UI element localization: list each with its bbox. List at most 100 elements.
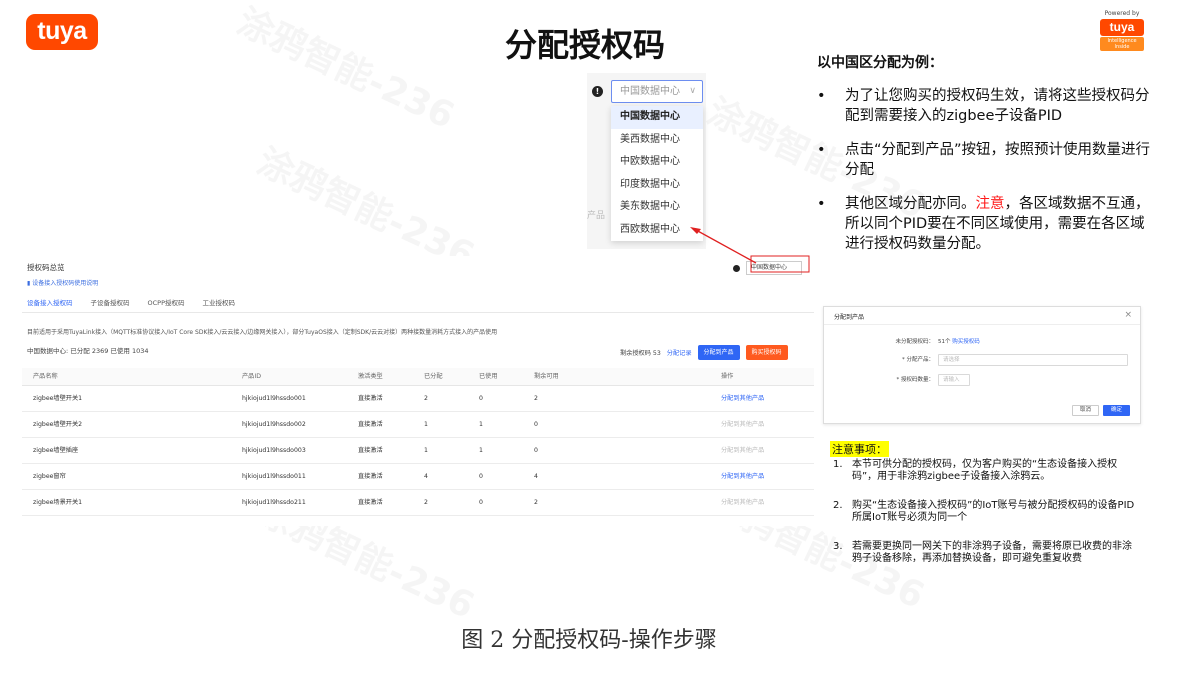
powered-by-logo: tuya [1100, 19, 1144, 36]
divider [824, 324, 1140, 325]
confirm-button[interactable]: 确定 [1102, 405, 1130, 416]
figure-caption: 图 2 分配授权码-操作步骤 [461, 628, 717, 653]
powered-by-text: Powered by [1104, 10, 1140, 17]
tab-ocpp[interactable]: OCPP授权码 [148, 297, 185, 313]
product-select[interactable]: 请选择 [938, 354, 1128, 366]
assign-other-link: 分配到其他产品 [721, 447, 765, 454]
product-id: hjkiojud1l9hssdo011 [242, 473, 306, 480]
column-header: 产品名称 [33, 373, 58, 380]
activation-type: 直接激活 [358, 473, 383, 480]
remaining-cell: 0 [534, 421, 538, 428]
table-row: zigbee场景开关1 hjkiojud1l9hssdo211 直接激活 2 0… [22, 490, 814, 516]
notes-list: 为了让您购买的授权码生效，请将这些授权码分配到需要接入的zigbee子设备PID… [817, 86, 1157, 254]
product-id: hjkiojud1l9hssdo001 [242, 395, 306, 402]
cancel-button[interactable]: 取消 [1071, 405, 1099, 416]
product-id: hjkiojud1l9hssdo002 [242, 421, 306, 428]
used-count: 0 [479, 473, 483, 480]
usage-stats: 中国数据中心: 已分配 2369 已使用 1034 [27, 347, 149, 355]
region-option[interactable]: 印度数据中心 [611, 174, 703, 197]
region-filter-select[interactable]: 中国数据中心 [746, 261, 802, 275]
tab-sub-device[interactable]: 子设备授权码 [91, 297, 130, 313]
region-select-value: 中国数据中心 [620, 86, 680, 97]
close-icon[interactable]: × [1124, 310, 1132, 320]
used-count: 0 [479, 499, 483, 506]
unassigned-value: 51个 [938, 339, 951, 345]
help-link-label: 设备接入授权码使用说明 [32, 280, 99, 287]
product-id: hjkiojud1l9hssdo003 [242, 447, 306, 454]
product-name: zigbee墙壁开关1 [33, 395, 83, 402]
instruction-notes: 以中国区分配为例： 为了让您购买的授权码生效，请将这些授权码分配到需要接入的zi… [817, 52, 1157, 268]
info-icon[interactable] [733, 264, 740, 272]
assign-other-link: 分配到其他产品 [721, 421, 765, 428]
tab-device-access[interactable]: 设备接入授权码 [27, 297, 73, 313]
help-link[interactable]: ▮ 设备接入授权码使用说明 [27, 278, 98, 287]
column-header: 已分配 [424, 373, 443, 380]
tab-industrial[interactable]: 工业授权码 [203, 297, 236, 313]
dialog-buttons: 取消 确定 [1071, 405, 1130, 416]
license-overview-panel: 授权码总览 ▮ 设备接入授权码使用说明 中国数据中心 设备接入授权码 子设备授权… [22, 256, 814, 526]
assign-product-dialog: 分配到产品 × 未分配授权码： 51个 购买授权码 * 分配产品： 请选择 * … [823, 306, 1141, 424]
region-option[interactable]: 美东数据中心 [611, 196, 703, 219]
buy-license-button[interactable]: 购买授权码 [745, 345, 788, 360]
remaining-cell: 0 [534, 447, 538, 454]
region-option[interactable]: 中国数据中心 [611, 106, 703, 129]
column-header: 剩余可用 [534, 373, 559, 380]
region-option[interactable]: 中欧数据中心 [611, 151, 703, 174]
attention-heading: 注意事项： [830, 441, 889, 457]
count-input[interactable]: 请输入 [938, 374, 970, 386]
assigned-count: 2 [424, 499, 428, 506]
buy-license-link[interactable]: 购买授权码 [952, 339, 980, 345]
table-row: zigbee墙壁插座 hjkiojud1l9hssdo003 直接激活 1 1 … [22, 438, 814, 464]
item-text: 若需要更换同一网关下的非涂鸦子设备，需要将原已收费的非涂鸦子设备移除，再添加替换… [852, 541, 1132, 564]
item-number: 2. [833, 500, 843, 511]
note-bullet: 为了让您购买的授权码生效，请将这些授权码分配到需要接入的zigbee子设备PID [817, 86, 1157, 126]
region-options-list: 中国数据中心 美西数据中心 中欧数据中心 印度数据中心 美东数据中心 西欧数据中… [611, 106, 703, 241]
product-name: zigbee场景开关1 [33, 499, 83, 506]
table-row: zigbee窗帘 hjkiojud1l9hssdo011 直接激活 4 0 4 … [22, 464, 814, 490]
page-title: 分配授权码 [504, 26, 665, 64]
remaining-cell: 2 [534, 395, 538, 402]
column-header: 已使用 [479, 373, 498, 380]
tuya-logo: tuya [26, 14, 98, 50]
unassigned-value-group: 51个 购买授权码 [938, 337, 980, 345]
remaining-cell: 4 [534, 473, 538, 480]
notes-heading: 以中国区分配为例： [817, 55, 943, 71]
table-row: zigbee墙壁开关2 hjkiojud1l9hssdo002 直接激活 1 1… [22, 412, 814, 438]
panel-title: 授权码总览 [27, 263, 65, 272]
table-row: zigbee墙壁开关1 hjkiojud1l9hssdo001 直接激活 2 0… [22, 386, 814, 412]
toolbar: 剩余授权码 53 分配记录 分配到产品 购买授权码 [620, 345, 788, 360]
assign-other-link[interactable]: 分配到其他产品 [721, 464, 764, 490]
region-option[interactable]: 西欧数据中心 [611, 219, 703, 242]
remaining-cell: 2 [534, 499, 538, 506]
region-select[interactable]: 中国数据中心 ∨ [611, 80, 703, 103]
product-label: * 分配产品： [902, 357, 934, 363]
used-count: 1 [479, 447, 483, 454]
activation-type: 直接激活 [358, 421, 383, 428]
table-header: 产品名称 产品ID 激活类型 已分配 已使用 剩余可用 操作 [22, 368, 814, 386]
powered-by-sub: Intelligence Inside [1100, 37, 1144, 51]
info-icon[interactable]: ! [592, 86, 603, 97]
product-name: zigbee墙壁插座 [33, 447, 79, 454]
attention-notes: 注意事项： 1. 本节可供分配的授权码，仅为客户购买的“生态设备接入授权码”，用于… [830, 441, 1140, 582]
assign-other-link: 分配到其他产品 [721, 499, 765, 506]
item-text: 购买“生态设备接入授权码”的IoT账号与被分配授权码的设备PID所属IoT账号必… [852, 500, 1135, 523]
unassigned-label: 未分配授权码： [895, 339, 934, 345]
item-number: 1. [833, 459, 843, 470]
used-count: 0 [479, 395, 483, 402]
product-name: zigbee窗帘 [33, 473, 66, 480]
region-filter: 中国数据中心 [733, 261, 802, 275]
records-link[interactable]: 分配记录 [667, 348, 692, 357]
used-count: 1 [479, 421, 483, 428]
note-text: 其他区域分配亦同。 [845, 196, 976, 212]
region-option[interactable]: 美西数据中心 [611, 129, 703, 152]
assigned-count: 2 [424, 395, 428, 402]
assign-to-product-button[interactable]: 分配到产品 [697, 345, 740, 360]
assigned-count: 4 [424, 473, 428, 480]
note-warning: 注意 [975, 196, 1005, 212]
assign-other-link[interactable]: 分配到其他产品 [721, 386, 764, 412]
note-bullet: 其他区域分配亦同。注意，各区域数据不互通，所以同个PID要在不同区域使用，需要在… [817, 194, 1157, 254]
chevron-down-icon: ∨ [689, 86, 696, 96]
column-header: 操作 [721, 373, 734, 380]
count-label: * 授权码数量： [896, 377, 935, 383]
note-bullet: 点击“分配到产品”按钮，按照预计使用数量进行分配 [817, 140, 1157, 180]
